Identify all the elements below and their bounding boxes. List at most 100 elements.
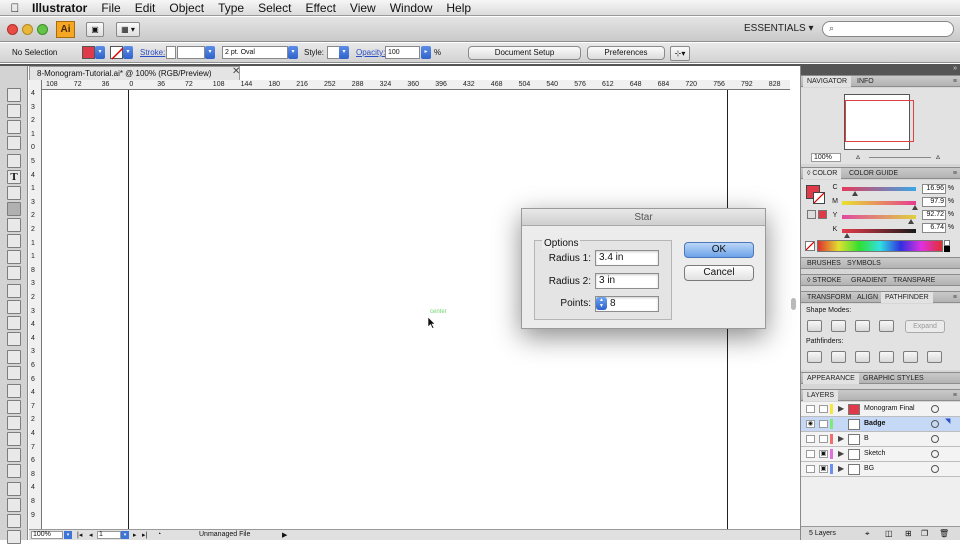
lasso-tool-icon[interactable] bbox=[7, 136, 21, 150]
star-tool-icon[interactable] bbox=[7, 202, 21, 216]
close-document-icon[interactable]: ✕ bbox=[232, 66, 240, 77]
locate-object-icon[interactable]: ⌖ bbox=[865, 529, 870, 539]
eye-icon[interactable]: ◉ bbox=[806, 420, 815, 428]
visibility-toggle[interactable] bbox=[806, 435, 815, 443]
opacity-field[interactable]: 100 bbox=[385, 46, 420, 59]
eyedropper-tool-icon[interactable] bbox=[7, 416, 21, 430]
layer-row[interactable]: ▶ Monogram Final bbox=[801, 402, 960, 417]
visibility-toggle[interactable] bbox=[806, 450, 815, 458]
make-clipping-mask-icon[interactable]: ◫ bbox=[885, 529, 893, 538]
apple-icon[interactable]:  bbox=[0, 1, 30, 15]
visibility-toggle[interactable] bbox=[806, 465, 815, 473]
expand-layer-icon[interactable]: ▶ bbox=[838, 434, 844, 443]
zoom-dropdown-icon[interactable]: ▾ bbox=[64, 531, 72, 539]
color-panel-menu-icon[interactable]: ≡ bbox=[953, 168, 957, 179]
menu-window[interactable]: Window bbox=[383, 1, 440, 15]
layer-row[interactable]: ▣ ▶ BG bbox=[801, 462, 960, 477]
lock-icon[interactable]: ▣ bbox=[819, 450, 828, 458]
zoom-in-icon[interactable]: ▵ bbox=[936, 152, 940, 161]
layer-row[interactable]: ▣ ▶ Sketch bbox=[801, 447, 960, 462]
ok-button[interactable]: OK bbox=[684, 242, 754, 258]
tab-gradient[interactable]: GRADIENT bbox=[847, 275, 891, 286]
symbol-sprayer-tool-icon[interactable] bbox=[7, 350, 21, 364]
black-slider[interactable] bbox=[842, 229, 916, 233]
expand-layer-icon[interactable]: ▶ bbox=[838, 404, 844, 413]
radius2-input[interactable]: 3 in bbox=[595, 273, 659, 289]
document-status-icon[interactable]: ◔ bbox=[157, 531, 161, 538]
layer-row[interactable]: ◉ Badge ◥ bbox=[801, 417, 960, 432]
merge-icon[interactable] bbox=[855, 351, 870, 363]
panel-menu-icon[interactable]: ≡ bbox=[953, 76, 957, 87]
black-swatch[interactable] bbox=[944, 246, 950, 252]
stroke-weight-dropdown-icon[interactable]: ▾ bbox=[205, 46, 215, 59]
tab-stroke[interactable]: ◊ STROKE bbox=[803, 275, 845, 286]
live-paint-selection-tool-icon[interactable] bbox=[7, 464, 21, 478]
tab-brushes[interactable]: BRUSHES bbox=[803, 258, 845, 269]
tab-transform[interactable]: TRANSFORM bbox=[803, 292, 855, 303]
minimize-window-button[interactable] bbox=[22, 24, 33, 35]
black-value-field[interactable]: 6.74 bbox=[922, 223, 946, 233]
pathfinder-panel-menu-icon[interactable]: ≡ bbox=[953, 292, 957, 303]
unite-icon[interactable] bbox=[807, 320, 822, 332]
magic-wand-tool-icon[interactable] bbox=[7, 120, 21, 134]
layers-panel-menu-icon[interactable]: ≡ bbox=[953, 390, 957, 401]
stroke-link[interactable]: Stroke: bbox=[140, 48, 165, 57]
menu-view[interactable]: View bbox=[343, 1, 383, 15]
tab-info[interactable]: INFO bbox=[853, 76, 878, 87]
new-layer-icon[interactable]: ❐ bbox=[921, 529, 928, 538]
layer-name[interactable]: Sketch bbox=[864, 450, 885, 457]
points-stepper-icon[interactable]: ▲ ▼ bbox=[596, 297, 607, 310]
minus-front-icon[interactable] bbox=[831, 320, 846, 332]
lock-toggle[interactable] bbox=[819, 420, 828, 428]
menu-object[interactable]: Object bbox=[162, 1, 211, 15]
dock-header[interactable]: » bbox=[801, 65, 960, 75]
gradient-tool-icon[interactable] bbox=[7, 400, 21, 414]
cancel-button[interactable]: Cancel bbox=[684, 265, 754, 281]
menu-edit[interactable]: Edit bbox=[128, 1, 163, 15]
zoom-tool-icon[interactable] bbox=[7, 530, 21, 544]
line-tool-icon[interactable] bbox=[7, 186, 21, 200]
menu-app-name[interactable]: Illustrator bbox=[30, 1, 94, 15]
divide-icon[interactable] bbox=[807, 351, 822, 363]
brush-definition-field[interactable]: 2 pt. Oval bbox=[222, 46, 288, 59]
navigator-preview[interactable] bbox=[801, 88, 960, 152]
menu-select[interactable]: Select bbox=[251, 1, 298, 15]
tab-color[interactable]: ◊ COLOR bbox=[803, 168, 842, 179]
arrange-documents-icon[interactable]: ▦ ▾ bbox=[116, 22, 140, 37]
vertical-scrollbar[interactable] bbox=[791, 298, 796, 310]
expand-layer-icon[interactable]: ▶ bbox=[838, 449, 844, 458]
live-paint-tool-icon[interactable] bbox=[7, 448, 21, 462]
tab-color-guide[interactable]: COLOR GUIDE bbox=[845, 168, 902, 179]
crop-icon[interactable] bbox=[879, 351, 894, 363]
layer-row[interactable]: ▶ B bbox=[801, 432, 960, 447]
vertical-ruler[interactable]: 4 3 2 1 0 5 4 1 3 2 2 1 1 8 3 2 3 4 4 3 6 6 4 7 2 4 7 6 8 4 8 9 bbox=[29, 80, 42, 529]
stroke-dropdown-icon[interactable]: ▾ bbox=[123, 46, 133, 59]
stroke-weight-stepper[interactable] bbox=[166, 46, 176, 59]
gamut-swatch[interactable] bbox=[818, 210, 827, 219]
new-sublayer-icon[interactable]: ⊞ bbox=[905, 529, 912, 538]
blend-tool-icon[interactable] bbox=[7, 432, 21, 446]
lock-toggle[interactable] bbox=[819, 435, 828, 443]
tab-graphic-styles[interactable]: GRAPHIC STYLES bbox=[859, 373, 928, 384]
previous-artboard-icon[interactable]: ◂ bbox=[89, 531, 93, 539]
type-tool-icon[interactable]: T bbox=[7, 170, 21, 184]
visibility-toggle[interactable] bbox=[806, 405, 815, 413]
navigator-zoom-field[interactable]: 100% bbox=[811, 153, 841, 162]
pencil-tool-icon[interactable] bbox=[7, 234, 21, 248]
search-input[interactable]: ⌕ bbox=[822, 21, 954, 37]
expand-layer-icon[interactable]: ▶ bbox=[838, 464, 844, 473]
pen-tool-icon[interactable] bbox=[7, 154, 21, 168]
fill-swatch[interactable] bbox=[82, 46, 95, 59]
expand-button[interactable]: Expand bbox=[905, 320, 945, 333]
artboard-dropdown-icon[interactable]: ▾ bbox=[121, 531, 129, 539]
dialog-title[interactable]: Star bbox=[522, 209, 765, 226]
trash-icon[interactable]: 🗑 bbox=[939, 529, 949, 538]
lock-toggle[interactable] bbox=[819, 405, 828, 413]
cyan-value-field[interactable]: 16.96 bbox=[922, 184, 946, 194]
artboard-tool-icon[interactable] bbox=[7, 482, 21, 496]
mesh-tool-icon[interactable] bbox=[7, 384, 21, 398]
column-graph-tool-icon[interactable] bbox=[7, 366, 21, 380]
brush-dropdown-icon[interactable]: ▾ bbox=[288, 46, 298, 59]
menu-help[interactable]: Help bbox=[439, 1, 478, 15]
exclude-icon[interactable] bbox=[879, 320, 894, 332]
